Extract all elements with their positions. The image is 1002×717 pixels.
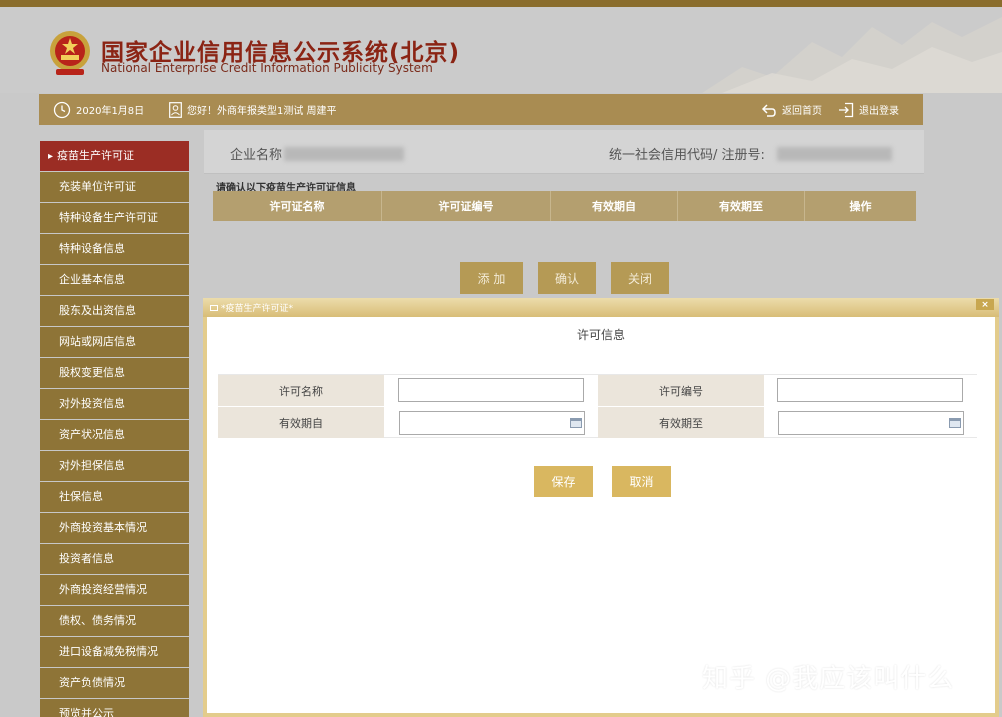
license-form: 许可名称 许可编号 有效期自 有效期至 [218,374,977,438]
info-bar: 2020年1月8日 您好！外商年报类型1测试 周建平 返回首页 退出登录 [39,94,923,125]
date-text: 2020年1月8日 [76,106,145,117]
column-header: 有效期自 [551,191,678,221]
license-table-header: 许可证名称 许可证编号 有效期自 有效期至 操作 [213,191,916,221]
company-info-row: 企业名称 统一社会信用代码/ 注册号: [204,130,924,174]
sidebar-item-vaccine-license[interactable]: 疫苗生产许可证 [40,141,189,172]
valid-to-input[interactable] [778,411,964,435]
user-icon [169,101,182,118]
license-name-input[interactable] [398,378,584,402]
sidebar-item-foreign-investment-basic[interactable]: 外商投资基本情况 [40,513,189,544]
sidebar-item-investors[interactable]: 投资者信息 [40,544,189,575]
logout-label[interactable]: 退出登录 [859,102,899,117]
home-link[interactable]: 返回首页 [761,94,822,125]
logout-link[interactable]: 退出登录 [838,94,899,125]
sidebar-item-social-security[interactable]: 社保信息 [40,482,189,513]
window-icon [210,305,218,311]
cancel-button[interactable]: 取消 [612,466,671,497]
save-button[interactable]: 保存 [534,466,593,497]
sidebar-item-equity-changes[interactable]: 股权变更信息 [40,358,189,389]
close-button[interactable]: 关闭 [611,262,669,294]
credit-code-redacted [777,147,892,161]
company-name-redacted [284,147,404,161]
sidebar-item-assets[interactable]: 资产状况信息 [40,420,189,451]
form-heading: 许可信息 [576,328,625,342]
sidebar-item-preview-publish[interactable]: 预览并公示 [40,699,189,717]
date-display: 2020年1月8日 [53,94,144,125]
sidebar-item-balance-sheet[interactable]: 资产负债情况 [40,668,189,699]
sidebar-item-guarantees[interactable]: 对外担保信息 [40,451,189,482]
top-stripe [0,0,1002,7]
modal-titlebar: *疫苗生产许可证* × [203,298,999,317]
calendar-icon[interactable] [570,418,582,428]
sidebar-item-shareholders[interactable]: 股东及出资信息 [40,296,189,327]
logout-icon [839,102,854,117]
mountain-decoration [702,17,1002,93]
credit-code-label: 统一社会信用代码/ 注册号: [609,148,765,163]
back-arrow-icon [761,103,776,117]
modal-close-button[interactable]: × [976,299,994,310]
sidebar-item-basic-info[interactable]: 企业基本信息 [40,265,189,296]
sidebar-item-investments[interactable]: 对外投资信息 [40,389,189,420]
modal-action-buttons: 保存 取消 [534,466,671,497]
national-emblem-icon [50,31,90,75]
license-modal: *疫苗生产许可证* × 许可信息 许可名称 许可编号 有效期自 有效期至 保存 … [203,298,999,717]
page-action-buttons: 添 加 确认 关闭 [460,262,669,294]
license-number-label: 许可编号 [598,375,764,406]
company-name-label: 企业名称 [230,148,283,163]
column-header: 有效期至 [678,191,805,221]
clock-icon [53,101,71,118]
column-header: 许可证名称 [213,191,382,221]
license-number-input[interactable] [777,378,963,402]
greeting-text: 您好！外商年报类型1测试 周建平 [187,106,337,117]
user-greeting: 您好！外商年报类型1测试 周建平 [169,94,337,125]
valid-from-label: 有效期自 [218,407,384,438]
calendar-icon[interactable] [949,418,961,428]
column-header: 操作 [849,200,872,213]
site-header: 国家企业信用信息公示系统(北京) National Enterprise Cre… [0,7,1002,93]
sidebar-nav: 疫苗生产许可证 充装单位许可证 特种设备生产许可证 特种设备信息 企业基本信息 … [40,141,189,717]
sidebar-item-special-equipment-license[interactable]: 特种设备生产许可证 [40,203,189,234]
license-name-label: 许可名称 [218,375,384,406]
add-button[interactable]: 添 加 [460,262,523,294]
sidebar-item-import-tax[interactable]: 进口设备减免税情况 [40,637,189,668]
watermark-text: 知乎 @我应该叫什么 [702,664,955,694]
modal-title: *疫苗生产许可证* [221,304,294,314]
sidebar-item-special-equipment-info[interactable]: 特种设备信息 [40,234,189,265]
confirm-button[interactable]: 确认 [538,262,596,294]
sidebar-item-websites[interactable]: 网站或网店信息 [40,327,189,358]
sidebar-item-foreign-investment-operations[interactable]: 外商投资经营情况 [40,575,189,606]
valid-from-input[interactable] [399,411,585,435]
sidebar-item-debts[interactable]: 债权、债务情况 [40,606,189,637]
home-label[interactable]: 返回首页 [782,102,822,117]
column-header: 许可证编号 [382,191,551,221]
sidebar-item-filling-license[interactable]: 充装单位许可证 [40,172,189,203]
valid-to-label: 有效期至 [598,407,764,438]
site-subtitle: National Enterprise Credit Information P… [101,61,433,75]
